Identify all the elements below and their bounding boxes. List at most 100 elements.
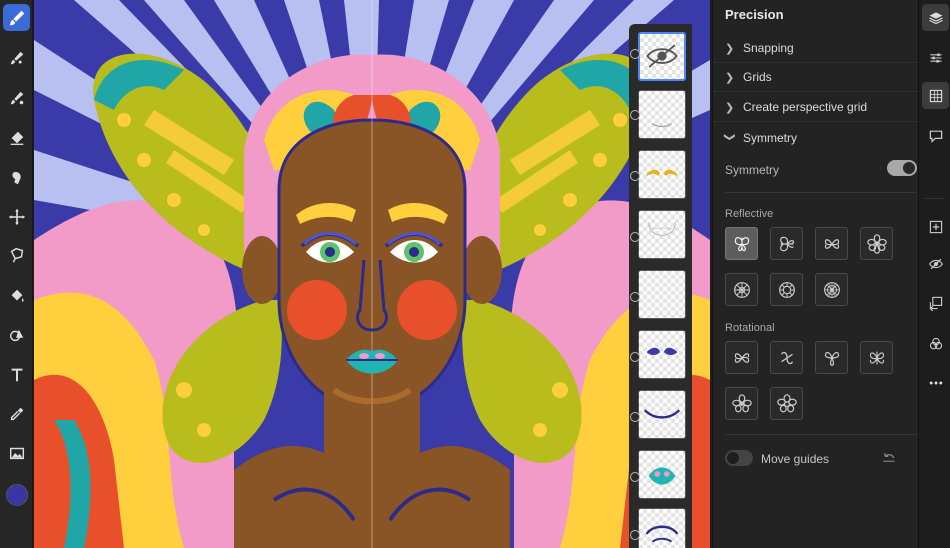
- layer-visibility-dot[interactable]: [630, 110, 640, 120]
- symmetry-label: Symmetry: [725, 163, 779, 177]
- layer-properties-button[interactable]: [922, 44, 949, 71]
- more-icon: [929, 381, 942, 384]
- drawing-canvas[interactable]: [34, 0, 710, 548]
- undo-icon: [883, 453, 895, 462]
- butterfly-rotate-icon: [734, 352, 749, 363]
- visibility-icon: [928, 258, 943, 269]
- layer-visibility-dot[interactable]: [630, 530, 640, 540]
- rotational-three-button[interactable]: [815, 341, 848, 374]
- pixel-brush-tool[interactable]: [3, 44, 30, 71]
- add-layer-icon: [929, 220, 942, 233]
- layer-visibility-dot[interactable]: [630, 352, 640, 362]
- transform-tool-icon: [8, 208, 25, 225]
- section-grids[interactable]: ❯ Grids: [713, 63, 919, 92]
- reflective-horizontal-button[interactable]: [770, 227, 803, 260]
- section-perspective-grid[interactable]: ❯ Create perspective grid: [713, 93, 919, 122]
- layer-visibility-dot[interactable]: [630, 412, 640, 422]
- fill-tool[interactable]: [3, 282, 30, 309]
- merge-down-button[interactable]: [922, 289, 949, 316]
- layers-button[interactable]: [922, 4, 949, 31]
- visibility-button[interactable]: [922, 250, 949, 277]
- reflective-flower-button[interactable]: [860, 227, 893, 260]
- section-symmetry[interactable]: ❯ Symmetry: [713, 123, 919, 152]
- eraser-tool[interactable]: [3, 124, 30, 151]
- reflective-vertical-button[interactable]: [725, 227, 758, 260]
- reflective-sixteen-button[interactable]: [815, 273, 848, 306]
- move-guides-toggle[interactable]: [725, 450, 753, 466]
- transform-tool[interactable]: [3, 203, 30, 230]
- blend-mode-icon: [929, 337, 942, 349]
- layer-thumbnail[interactable]: [638, 508, 686, 548]
- reflective-eight-button[interactable]: [725, 273, 758, 306]
- chevron-down-icon: ❯: [723, 132, 736, 142]
- reflective-label: Reflective: [725, 208, 774, 220]
- pixel-brush-tool-icon: [10, 51, 23, 64]
- color-swatch[interactable]: [3, 481, 30, 508]
- layer-visibility-dot[interactable]: [630, 232, 640, 242]
- paint-brush-tool[interactable]: [3, 4, 30, 31]
- butterfly-three-icon: [824, 351, 839, 366]
- layer-visibility-dot[interactable]: [630, 292, 640, 302]
- shapes-tool[interactable]: [3, 321, 30, 348]
- flower-eight-icon: [733, 281, 750, 298]
- flower-petals-icon: [776, 393, 797, 412]
- layer-visibility-dot[interactable]: [630, 171, 640, 181]
- section-label: Create perspective grid: [743, 100, 868, 114]
- layer-visibility-dot[interactable]: [630, 49, 640, 59]
- chevron-right-icon: ❯: [725, 42, 735, 55]
- flower-six-icon: [866, 233, 887, 254]
- vector-brush-tool[interactable]: [3, 84, 30, 111]
- precision-button[interactable]: [922, 82, 949, 109]
- section-label: Snapping: [743, 41, 794, 55]
- layer-thumbnail[interactable]: [638, 270, 686, 319]
- add-layer-button[interactable]: [922, 213, 949, 240]
- layer-thumbnail[interactable]: [638, 90, 686, 139]
- reflective-quad-button[interactable]: [815, 227, 848, 260]
- rotational-six-button[interactable]: [770, 387, 803, 420]
- fill-tool-icon: [11, 289, 24, 302]
- layer-thumbnail[interactable]: [638, 32, 686, 81]
- smudge-tool-icon: [11, 171, 21, 184]
- butterfly-quad-icon: [824, 238, 839, 249]
- rotational-s-button[interactable]: [770, 341, 803, 374]
- section-snapping[interactable]: ❯ Snapping: [713, 34, 919, 63]
- rotational-label: Rotational: [725, 322, 775, 334]
- divider: [725, 192, 917, 193]
- layer-thumbnail[interactable]: [638, 210, 686, 259]
- move-guides-label: Move guides: [761, 452, 830, 466]
- panel-title: Precision: [725, 7, 784, 22]
- flower-sixteen-icon: [823, 281, 840, 298]
- rotational-five-button[interactable]: [725, 387, 758, 420]
- butterfly-vertical-icon: [734, 236, 749, 251]
- smudge-tool[interactable]: [3, 164, 30, 191]
- text-tool[interactable]: [3, 361, 30, 388]
- paint-brush-tool-icon: [9, 10, 24, 25]
- comments-button[interactable]: [922, 122, 949, 149]
- reset-guides-button[interactable]: [881, 450, 899, 466]
- comments-icon: [929, 130, 942, 143]
- vector-brush-tool-icon: [10, 91, 23, 104]
- eyedropper-tool[interactable]: [3, 400, 30, 427]
- symmetry-toggle[interactable]: [887, 160, 917, 176]
- divider: [725, 434, 917, 435]
- lasso-tool-icon: [10, 247, 23, 263]
- more-button[interactable]: [922, 369, 949, 396]
- left-toolbar: [0, 0, 33, 548]
- rotational-two-button[interactable]: [725, 341, 758, 374]
- blend-mode-button[interactable]: [922, 330, 949, 357]
- section-label: Grids: [743, 70, 772, 84]
- layer-visibility-dot[interactable]: [630, 472, 640, 482]
- layer-thumbnail[interactable]: [638, 150, 686, 199]
- chevron-right-icon: ❯: [725, 101, 735, 114]
- image-tool[interactable]: [3, 439, 30, 466]
- reflective-twelve-button[interactable]: [770, 273, 803, 306]
- layer-thumbnail[interactable]: [638, 390, 686, 439]
- right-icon-rail: [918, 0, 950, 548]
- layer-thumbnail[interactable]: [638, 330, 686, 379]
- text-tool-icon: [11, 368, 22, 381]
- chevron-right-icon: ❯: [725, 71, 735, 84]
- rotational-four-button[interactable]: [860, 341, 893, 374]
- layer-thumbnail[interactable]: [638, 450, 686, 499]
- lasso-tool[interactable]: [3, 241, 30, 268]
- eraser-tool-icon: [10, 131, 23, 145]
